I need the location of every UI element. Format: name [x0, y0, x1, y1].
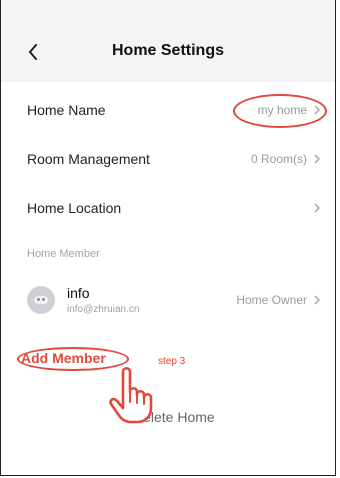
member-email: info@zhruian.cn	[67, 304, 140, 315]
hand-pointer-icon	[109, 366, 153, 424]
avatar	[27, 286, 55, 314]
room-count-value: 0 Room(s)	[250, 152, 307, 166]
member-role: Home Owner	[236, 293, 307, 307]
phone-screen: Home Settings Home Name my home Room Man…	[0, 0, 336, 476]
page-title: Home Settings	[111, 42, 224, 59]
chevron-right-icon	[314, 295, 321, 305]
room-management-row[interactable]: Room Management 0 Room(s)	[1, 134, 335, 184]
top-bar: Home Settings	[1, 0, 335, 82]
home-location-row[interactable]: Home Location	[1, 183, 335, 233]
home-location-label: Home Location	[27, 200, 122, 216]
chevron-right-icon	[314, 154, 321, 164]
highlight-circle-home-name	[233, 94, 327, 128]
member-name: info	[67, 285, 90, 301]
home-member-section-title: Home Member	[27, 248, 100, 260]
room-management-label: Room Management	[27, 151, 150, 167]
home-name-label: Home Name	[27, 102, 106, 118]
chevron-right-icon	[314, 203, 321, 213]
member-row[interactable]: info info@zhruian.cn Home Owner	[1, 275, 335, 325]
